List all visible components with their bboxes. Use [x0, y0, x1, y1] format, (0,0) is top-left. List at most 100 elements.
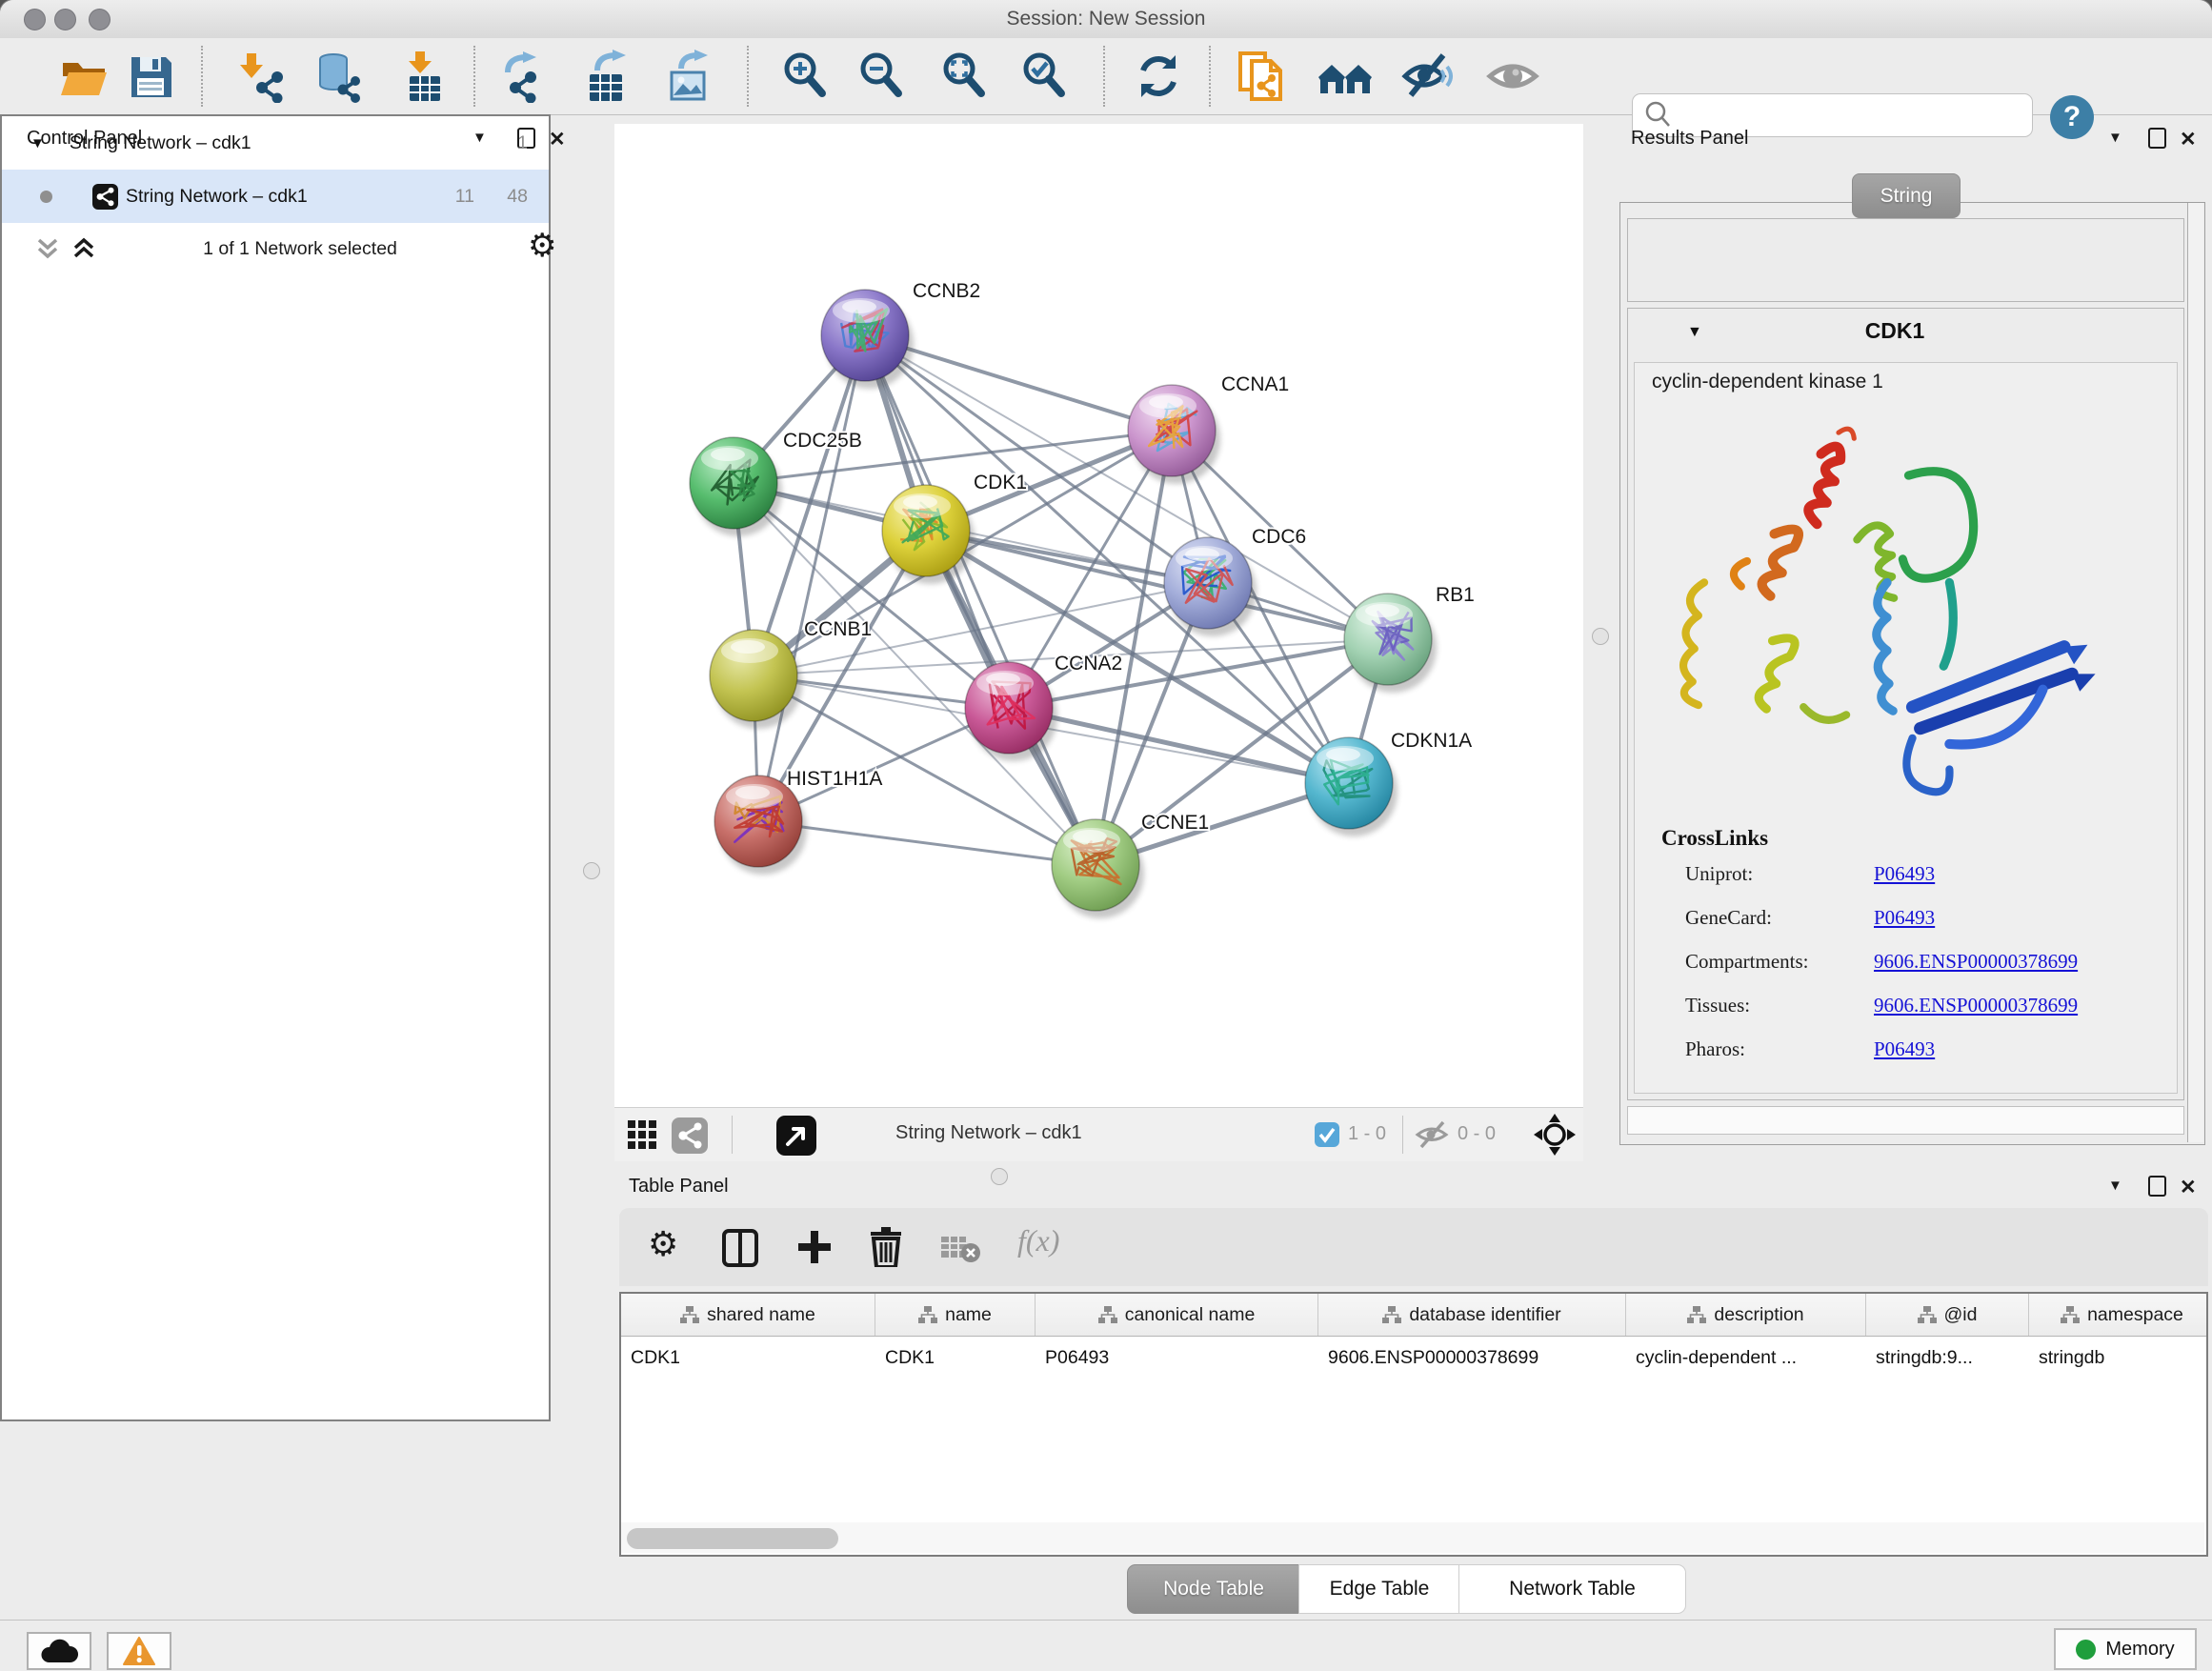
table-hscrollbar-thumb[interactable] [627, 1528, 838, 1549]
cloud-status-button[interactable] [27, 1632, 91, 1670]
zoom-selected-icon[interactable] [1018, 50, 1072, 103]
zoom-out-icon[interactable] [855, 50, 909, 103]
results-panel-menu-icon[interactable]: ▼ [2108, 130, 2122, 146]
create-column-plus-icon[interactable] [796, 1229, 833, 1265]
gene-collapse-icon[interactable]: ▼ [1687, 324, 1702, 341]
gene-section-box: ▼ CDK1 cyclin-dependent kinase 1 [1627, 308, 2184, 1100]
table-cell[interactable]: stringdb [2029, 1337, 2212, 1379]
edge-HIST1H1A-CCNE1[interactable] [758, 821, 1096, 865]
edge-CCNB2-RB1[interactable] [865, 335, 1388, 639]
hidden-eye-icon[interactable] [1415, 1119, 1449, 1150]
network-options-gear-icon[interactable]: ⚙ [528, 227, 556, 265]
table-panel-menu-icon[interactable]: ▼ [2108, 1178, 2122, 1194]
node-label-CDK1: CDK1 [974, 472, 1027, 493]
table-hscrollbar-track[interactable] [621, 1522, 2204, 1553]
table-settings-gear-icon[interactable]: ⚙ [648, 1225, 678, 1264]
status-bar: Memory [0, 1620, 2212, 1671]
column-header-name[interactable]: name [875, 1294, 1036, 1336]
results-panel-close-icon[interactable]: ✕ [2180, 128, 2197, 151]
table-cell[interactable]: CDK1 [875, 1337, 1036, 1379]
delete-table-icon[interactable] [941, 1235, 981, 1263]
navigator-icon[interactable] [776, 1116, 816, 1156]
hide-selected-icon[interactable] [1401, 50, 1455, 103]
column-header-shared-name[interactable]: shared name [621, 1294, 875, 1336]
crosslink-label: Compartments: [1685, 950, 1809, 974]
results-panel-title: Results Panel [1631, 128, 1748, 150]
table-cell[interactable]: stringdb:9... [1866, 1337, 2029, 1379]
left-splitter-handle[interactable] [583, 862, 600, 879]
node-label-HIST1H1A: HIST1H1A [787, 768, 882, 790]
network-view-share-icon[interactable] [672, 1117, 708, 1154]
tab-node-table[interactable]: Node Table [1127, 1564, 1300, 1614]
toolbar-separator [747, 46, 749, 107]
tab-string[interactable]: String [1852, 173, 1961, 218]
table-panel-float-icon[interactable] [2148, 1176, 2166, 1202]
table-cell[interactable]: 9606.ENSP00000378699 [1318, 1337, 1626, 1379]
zoom-in-icon[interactable] [779, 50, 833, 103]
network-canvas[interactable]: CCNB2CCNA1CDC25BCDK1CDC6RB1CCNB1CCNA2CDK… [614, 124, 1583, 1107]
column-header--id[interactable]: @id [1866, 1294, 2029, 1336]
control-panel-close-icon[interactable]: ✕ [549, 128, 566, 151]
collection-expand-icon[interactable]: ▼ [30, 135, 45, 151]
edge-CCNA2-CDKN1A[interactable] [1009, 708, 1349, 783]
expand-all-networks-icon[interactable] [70, 236, 97, 263]
cloud-icon [40, 1638, 78, 1664]
table-row[interactable]: CDK1CDK1P064939606.ENSP00000378699cyclin… [621, 1337, 2206, 1379]
toolbar-separator [1402, 1116, 1403, 1154]
node-table[interactable]: shared namenamecanonical namedatabase id… [619, 1292, 2208, 1557]
show-all-icon[interactable] [1486, 50, 1539, 103]
clone-network-icon[interactable] [1235, 50, 1288, 103]
import-network-icon[interactable] [233, 50, 287, 103]
results-vscrollbar[interactable] [2187, 203, 2203, 1142]
results-panel-float-icon[interactable] [2148, 128, 2166, 154]
crosslink-link[interactable]: P06493 [1874, 906, 1935, 930]
import-table-icon[interactable] [398, 50, 452, 103]
crosslink-link[interactable]: P06493 [1874, 1037, 1935, 1061]
table-cell[interactable]: P06493 [1036, 1337, 1318, 1379]
toolbar-separator [201, 46, 203, 107]
export-table-icon[interactable] [580, 50, 633, 103]
string-network-icon [92, 184, 118, 210]
function-builder-icon[interactable]: f(x) [1017, 1223, 1059, 1258]
tab-edge-table[interactable]: Edge Table [1298, 1564, 1460, 1614]
import-network-database-icon[interactable] [311, 50, 364, 103]
table-panel-close-icon[interactable]: ✕ [2180, 1176, 2197, 1199]
memory-button[interactable]: Memory [2054, 1628, 2197, 1670]
crosslink-link[interactable]: 9606.ENSP00000378699 [1874, 994, 2078, 1017]
show-columns-icon[interactable] [722, 1229, 758, 1267]
column-header-canonical-name[interactable]: canonical name [1036, 1294, 1318, 1336]
grid-view-icon[interactable] [628, 1120, 658, 1151]
fit-selected-crosshair-icon[interactable] [1534, 1114, 1576, 1156]
tab-network-table[interactable]: Network Table [1458, 1564, 1686, 1614]
network-node-count: 11 [455, 186, 474, 208]
export-image-icon[interactable] [662, 50, 715, 103]
network-row-selected[interactable]: String Network – cdk1 11 48 [2, 170, 549, 223]
apply-layout-icon[interactable] [1132, 50, 1185, 103]
save-session-icon[interactable] [124, 50, 177, 103]
edge-CCNB2-CCNE1[interactable] [865, 335, 1096, 865]
delete-column-trash-icon[interactable] [869, 1227, 903, 1267]
string-home-icon[interactable] [1318, 50, 1372, 103]
open-session-icon[interactable] [57, 50, 111, 103]
zoom-fit-icon[interactable] [938, 50, 992, 103]
network-graph[interactable]: CCNB2CCNA1CDC25BCDK1CDC6RB1CCNB1CCNA2CDK… [614, 124, 1583, 1107]
network-collection-row[interactable]: ▼ String Network – cdk1 1 [2, 116, 549, 170]
crosslinks-list: Uniprot:P06493GeneCard:P06493Compartment… [1635, 862, 2177, 1081]
node-label-CCNB1: CCNB1 [804, 618, 872, 640]
right-splitter-handle[interactable] [1592, 628, 1609, 645]
column-header-namespace[interactable]: namespace [2029, 1294, 2212, 1336]
crosslink-row: Uniprot: P06493 [1635, 862, 2177, 906]
table-cell[interactable]: CDK1 [621, 1337, 875, 1379]
export-network-icon[interactable] [498, 50, 552, 103]
selected-checkbox-icon[interactable] [1315, 1122, 1339, 1147]
table-cell[interactable]: cyclin-dependent ... [1626, 1337, 1866, 1379]
crosslink-link[interactable]: P06493 [1874, 862, 1935, 886]
column-header-database-identifier[interactable]: database identifier [1318, 1294, 1626, 1336]
warning-status-button[interactable] [107, 1632, 171, 1670]
crosslink-link[interactable]: 9606.ENSP00000378699 [1874, 950, 2078, 974]
network-view-title: String Network – cdk1 [895, 1122, 1082, 1144]
results-hscrollbar[interactable] [1627, 1106, 2184, 1135]
column-header-description[interactable]: description [1626, 1294, 1866, 1336]
collapse-all-networks-icon[interactable] [34, 236, 61, 263]
crosslink-label: Uniprot: [1685, 862, 1753, 886]
